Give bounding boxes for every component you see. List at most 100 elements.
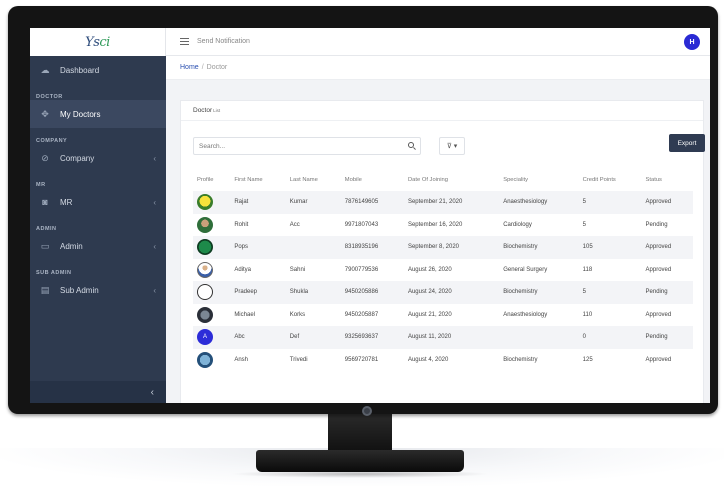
- sidebar-item-admin[interactable]: ▭ Admin ‹: [30, 232, 166, 260]
- profile-cell: [193, 304, 230, 327]
- profile-cell: [193, 214, 230, 237]
- sidebar-item-sub-admin[interactable]: ▤ Sub Admin ‹: [30, 276, 166, 304]
- column-header[interactable]: Speciality: [499, 169, 578, 191]
- column-header[interactable]: First Name: [230, 169, 285, 191]
- chevron-left-icon: ‹: [153, 241, 156, 251]
- top-bar: Send Notification H: [166, 28, 710, 56]
- sidebar-section-label: SUB ADMIN: [36, 270, 72, 276]
- hamburger-menu-icon[interactable]: [180, 38, 189, 45]
- speciality-cell: General Surgery: [503, 266, 548, 273]
- column-header[interactable]: Credit Points: [579, 169, 642, 191]
- first-name-cell: Abc: [234, 334, 245, 341]
- card-title-text: Doctor: [193, 107, 213, 114]
- credit-cell: 5: [582, 289, 586, 296]
- first-name-cell: Michael: [234, 311, 255, 318]
- chevron-left-icon: ‹: [150, 386, 154, 398]
- status-cell: Pending: [645, 289, 668, 296]
- column-header[interactable]: Mobile: [341, 169, 404, 191]
- sidebar-section-label: MR: [36, 182, 46, 188]
- card-title: Doctor List: [181, 101, 703, 121]
- speciality-cell: Biochemistry: [503, 356, 538, 363]
- avatar[interactable]: [197, 284, 213, 301]
- filter-dropdown[interactable]: ⊽ ▾: [439, 137, 465, 155]
- table-row[interactable]: Pops 8318935196 September 8, 2020 Biochemis…: [193, 236, 693, 259]
- date-cell: September 21, 2020: [407, 199, 463, 206]
- sidebar-menu: ☁ Dashboard DOCTOR ✥ My Doctors COMPANY ⊘ Compa…: [30, 56, 166, 304]
- sidebar-item-mr[interactable]: ◙ MR ‹: [30, 188, 166, 216]
- column-header[interactable]: Date Of Joining: [404, 169, 499, 191]
- table-row[interactable]: Rohit Acc 9971807043 September 16, 2020 Card…: [193, 214, 693, 237]
- speciality-cell: Anaesthesiology: [503, 311, 548, 318]
- status-cell: Approved: [645, 244, 672, 251]
- profile-cell: [193, 259, 230, 282]
- sidebar-section-label: DOCTOR: [36, 94, 63, 100]
- last-name-cell: Trivedi: [289, 356, 308, 363]
- sidebar-item-my-doctors[interactable]: ✥ My Doctors: [30, 100, 166, 128]
- status-cell: Approved: [645, 266, 672, 273]
- speciality-cell: [499, 326, 578, 349]
- avatar[interactable]: [197, 239, 213, 256]
- top-bar-title[interactable]: Send Notification: [197, 38, 250, 45]
- avatar[interactable]: [197, 306, 213, 323]
- column-header[interactable]: Status: [642, 169, 693, 191]
- table-body: Rajat Kumar 7876149605 September 21, 2020 An…: [193, 191, 693, 371]
- mobile-cell: 9569720781: [344, 356, 379, 363]
- sidebar-item-label: MR: [60, 197, 73, 207]
- first-name-cell: Aditya: [234, 266, 251, 273]
- doctor-list-card: Doctor List Search... ⊽ ▾ Export Profile F…: [180, 100, 705, 403]
- chevron-left-icon: ‹: [153, 153, 156, 163]
- mobile-cell: 9325693637: [344, 334, 379, 341]
- column-header[interactable]: Profile: [193, 169, 230, 191]
- sidebar-collapse-button[interactable]: ‹: [30, 381, 166, 403]
- avatar[interactable]: [197, 194, 213, 211]
- breadcrumb-separator: /: [201, 64, 204, 71]
- camera-icon: ◙: [42, 197, 48, 207]
- table-row[interactable]: Michael Korks 9450205887 August 21, 2020 Ana…: [193, 304, 693, 327]
- card-icon: ▭: [40, 240, 50, 251]
- credit-cell: 5: [582, 221, 586, 228]
- credit-cell: 5: [582, 199, 586, 206]
- date-cell: August 11, 2020: [407, 334, 452, 341]
- credit-cell: 0: [582, 334, 586, 341]
- credit-cell: 105: [582, 244, 593, 251]
- app-logo[interactable]: Ysci: [85, 35, 110, 50]
- credit-cell: 125: [582, 356, 593, 363]
- mobile-cell: 7900779536: [344, 266, 379, 273]
- date-cell: August 21, 2020: [407, 311, 452, 318]
- avatar[interactable]: A: [197, 329, 213, 346]
- export-button[interactable]: Export: [669, 134, 705, 152]
- status-cell: Pending: [645, 334, 668, 341]
- sidebar-section-label: ADMIN: [36, 226, 57, 232]
- profile-cell: A: [193, 326, 230, 349]
- card-title-suffix: List: [213, 108, 221, 113]
- filter-icon: ⊽ ▾: [446, 143, 458, 150]
- sidebar-item-company[interactable]: ⊘ Company ‹: [30, 144, 166, 172]
- crosshair-icon: ✥: [41, 108, 49, 119]
- search-icon[interactable]: [408, 142, 414, 148]
- table-row[interactable]: A Abc Def 9325693637 August 11, 2020 0 Pending: [193, 326, 693, 349]
- first-name-cell: Pops: [234, 244, 248, 251]
- table-row[interactable]: Rajat Kumar 7876149605 September 21, 2020 An…: [193, 191, 693, 214]
- table-row[interactable]: Pradeep Shukla 9450205886 August 24, 2020 Bi…: [193, 281, 693, 304]
- sidebar: Ysci ☁ Dashboard DOCTOR ✥ My Doctors COMPANY ⊘…: [30, 28, 166, 403]
- doctor-table: Profile First Name Last Name Mobile Date Of …: [193, 169, 693, 371]
- speciality-cell: Cardiology: [503, 221, 532, 228]
- sidebar-item-label: Company: [60, 153, 95, 163]
- date-cell: August 24, 2020: [407, 289, 452, 296]
- chevron-left-icon: ‹: [153, 197, 156, 207]
- avatar[interactable]: [197, 351, 213, 368]
- first-name-cell: Rajat: [234, 199, 249, 206]
- speciality-cell: Biochemistry: [503, 289, 538, 296]
- credit-cell: 118: [582, 266, 593, 273]
- avatar[interactable]: [197, 216, 213, 233]
- search-input[interactable]: Search...: [193, 137, 421, 155]
- mobile-cell: 8318935196: [344, 244, 379, 251]
- breadcrumb-home[interactable]: Home: [180, 64, 199, 71]
- table-row[interactable]: Aditya Sahni 7900779536 August 26, 2020 Gene…: [193, 259, 693, 282]
- column-header[interactable]: Last Name: [286, 169, 341, 191]
- table-row[interactable]: Ansh Trivedi 9569720781 August 4, 2020 Bioch…: [193, 349, 693, 372]
- sidebar-item-dashboard[interactable]: ☁ Dashboard: [30, 56, 166, 84]
- avatar[interactable]: [197, 261, 213, 278]
- user-avatar[interactable]: H: [684, 34, 700, 50]
- mobile-cell: 9450205887: [344, 311, 379, 318]
